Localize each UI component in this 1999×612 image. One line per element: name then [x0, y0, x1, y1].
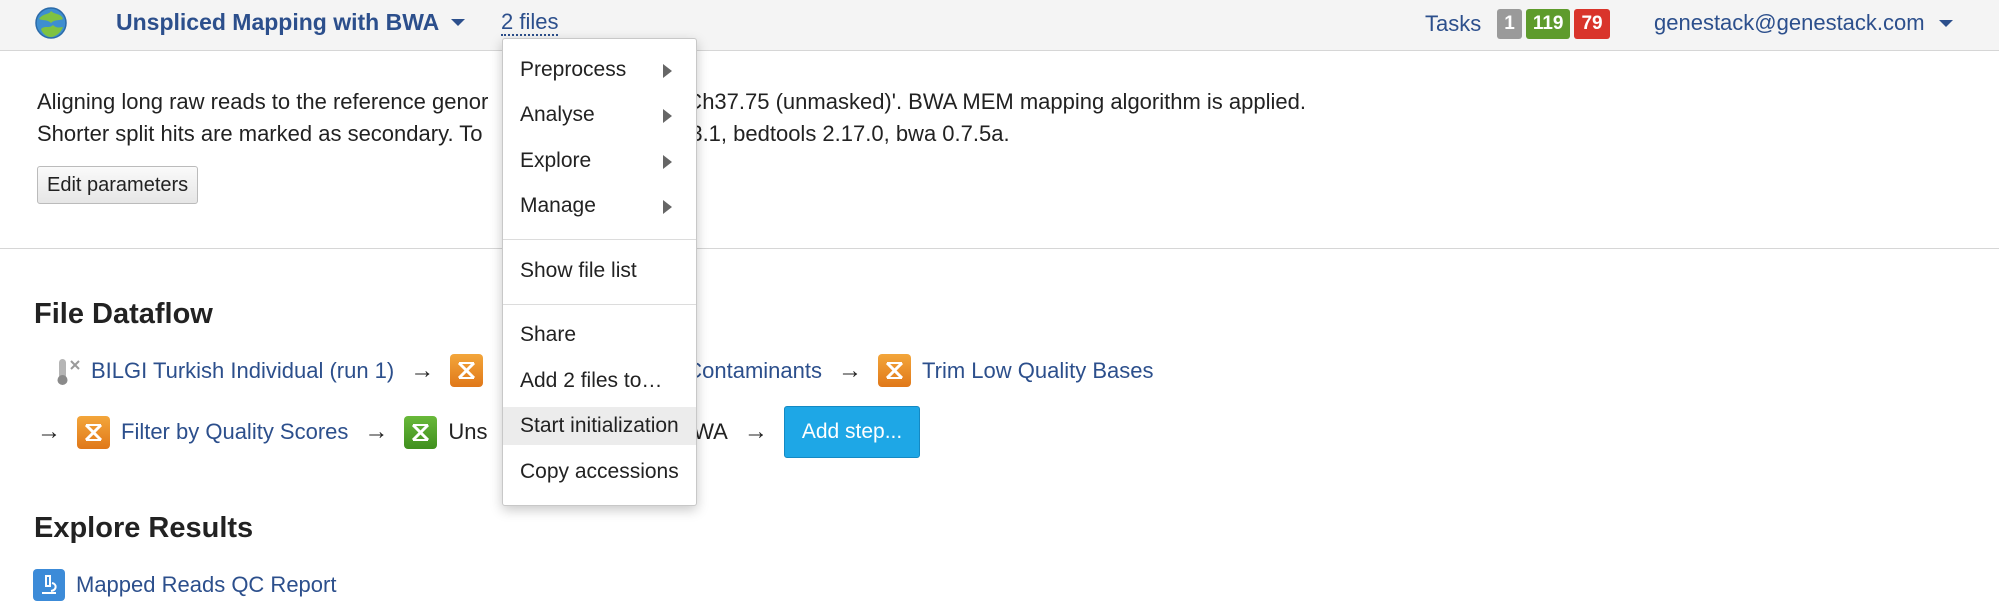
menu-divider	[503, 239, 696, 240]
menu-item-label: Explore	[520, 149, 592, 172]
flow-arrow: →	[37, 418, 61, 445]
menu-item-copy-accessions[interactable]: Copy accessions	[503, 453, 696, 491]
submenu-arrow-icon	[663, 200, 672, 214]
mapping-step-icon	[404, 415, 438, 449]
dataflow-row-2: → Filter by Quality Scores → Uns BWA → A…	[37, 406, 921, 458]
files-link[interactable]: 2 files	[501, 10, 559, 36]
menu-item-label: Preprocess	[520, 58, 627, 81]
filter-step-icon	[450, 354, 484, 387]
tasks-done-badge[interactable]: 119	[1525, 9, 1571, 39]
menu-divider	[503, 304, 696, 305]
trim-step-icon	[878, 354, 911, 387]
menu-item-analyse[interactable]: Analyse	[503, 96, 696, 134]
menu-item-add-files[interactable]: Add 2 files to…	[503, 362, 696, 400]
menu-item-explore[interactable]: Explore	[503, 142, 696, 180]
source-file-link[interactable]: BILGI Turkish Individual (run 1)	[91, 358, 394, 384]
user-email: genestack@genestack.com	[1654, 10, 1925, 35]
edit-parameters-button[interactable]: Edit parameters	[37, 166, 199, 204]
contaminants-step-link[interactable]: Contaminants	[686, 358, 822, 384]
genestack-logo-icon[interactable]	[33, 5, 69, 41]
menu-item-label: Manage	[520, 194, 596, 217]
filter-by-quality-scores-link[interactable]: Filter by Quality Scores	[121, 419, 348, 445]
trim-low-quality-bases-link[interactable]: Trim Low Quality Bases	[922, 358, 1153, 384]
submenu-arrow-icon	[663, 109, 672, 123]
flow-arrow: →	[838, 356, 862, 384]
menu-item-label: Analyse	[520, 103, 595, 126]
microscope-icon	[33, 569, 65, 601]
menu-item-preprocess[interactable]: Preprocess	[503, 51, 696, 89]
tasks-queued-badge[interactable]: 1	[1497, 9, 1522, 39]
flow-arrow: →	[743, 418, 768, 445]
tasks-label[interactable]: Tasks	[1425, 11, 1481, 37]
menu-item-manage[interactable]: Manage	[503, 187, 696, 225]
submenu-arrow-icon	[663, 155, 672, 169]
chevron-down-icon	[1938, 19, 1953, 27]
submenu-arrow-icon	[663, 64, 672, 78]
tasks-summary[interactable]: Tasks 1 119 79	[1425, 9, 1614, 39]
filter-quality-step-icon	[77, 415, 110, 449]
qc-report-label: Mapped Reads QC Report	[76, 572, 337, 597]
explore-results-heading: Explore Results	[34, 512, 254, 544]
section-divider	[0, 248, 1999, 249]
qc-report-link[interactable]: Mapped Reads QC Report	[33, 569, 336, 601]
add-step-button[interactable]: Add step...	[783, 406, 921, 458]
flow-arrow: →	[364, 418, 389, 445]
menu-item-start-initialization[interactable]: Start initialization	[503, 407, 696, 445]
user-menu[interactable]: genestack@genestack.com	[1654, 10, 1953, 36]
top-bar: Unspliced Mapping with BWA 2 files Tasks…	[0, 0, 1999, 51]
chevron-down-icon	[451, 19, 466, 27]
tasks-failed-badge[interactable]: 79	[1574, 9, 1610, 39]
files-dropdown-menu: Preprocess Analyse Explore Manage Show f…	[502, 38, 697, 506]
menu-item-show-file-list[interactable]: Show file list	[503, 252, 696, 290]
menu-item-share[interactable]: Share	[503, 316, 696, 354]
file-dataflow-heading: File Dataflow	[34, 298, 213, 330]
flow-arrow: →	[410, 356, 435, 384]
raw-reads-icon	[57, 358, 80, 385]
app-title: Unspliced Mapping with BWA	[116, 9, 440, 35]
app-title-dropdown[interactable]: Unspliced Mapping with BWA	[116, 9, 466, 36]
current-step-prefix: Uns	[448, 419, 488, 444]
